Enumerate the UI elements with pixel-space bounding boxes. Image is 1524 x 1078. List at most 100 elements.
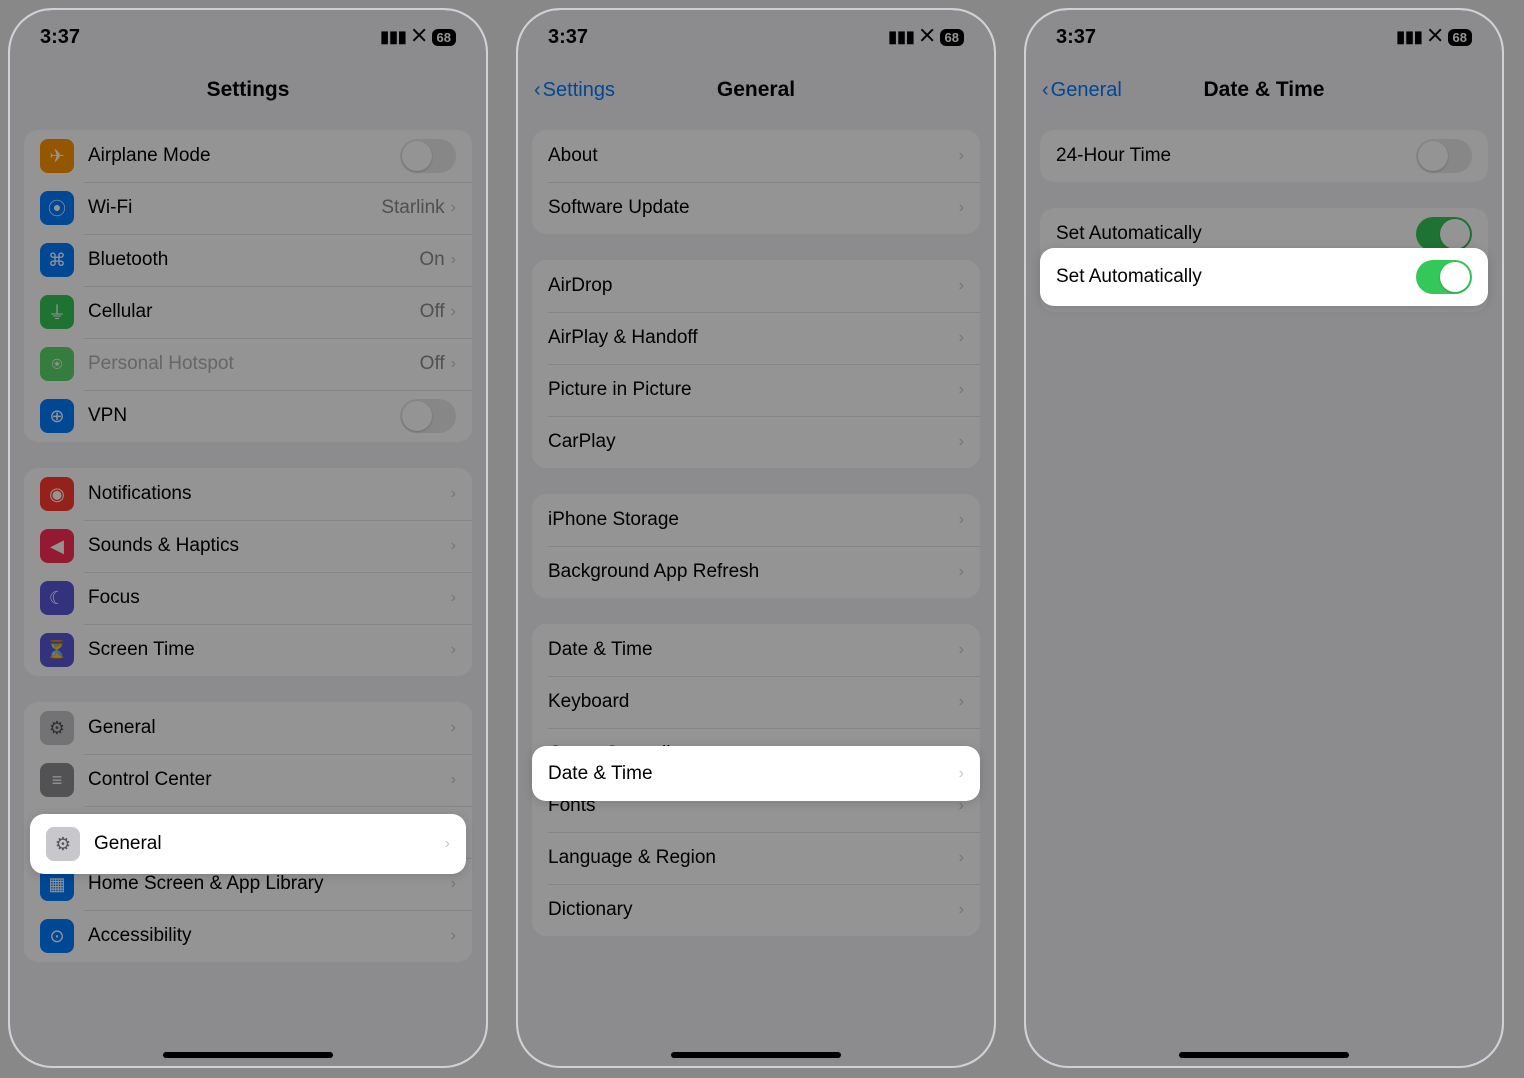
row-vpn[interactable]: ⊕VPN [24, 390, 472, 442]
airplane-mode-icon: ✈︎ [40, 139, 74, 173]
row-airdrop[interactable]: AirDrop› [532, 260, 980, 312]
chevron-right-icon: › [451, 355, 456, 373]
row-label: 24-Hour Time [1056, 145, 1416, 167]
nav-bar: ‹ General Date & Time [1026, 64, 1502, 116]
settings-group-connectivity: ✈︎Airplane Mode ⦿ Wi-FiStarlink › ⌘ Bluetooth… [24, 130, 472, 442]
home-indicator[interactable] [163, 1052, 333, 1058]
row-date-time-highlight[interactable]: Date & Time › [532, 746, 980, 801]
phone-general: 3:37 ▮▮▮ ⨉ 68 ‹ Settings General About›S… [516, 8, 996, 1068]
chevron-right-icon: › [959, 433, 964, 451]
row-value: Starlink [381, 197, 444, 219]
row-bluetooth[interactable]: ⌘ BluetoothOn › [24, 234, 472, 286]
battery-indicator: 68 [940, 29, 964, 46]
row-cellular[interactable]: ⏚CellularOff› [24, 286, 472, 338]
row-label: General [88, 717, 451, 739]
chevron-right-icon: › [445, 835, 450, 853]
row-set-automatically-highlight[interactable]: Set Automatically [1040, 248, 1488, 306]
row-label: Home Screen & App Library [88, 873, 451, 895]
status-time: 3:37 [548, 26, 588, 49]
back-label: General [1051, 79, 1122, 102]
chevron-right-icon: › [451, 199, 456, 217]
row-general-highlight[interactable]: ⚙︎ General › [30, 814, 466, 874]
row-label: Bluetooth [88, 249, 419, 271]
status-bar: 3:37 ▮▮▮ ⨉ 68 [10, 10, 486, 64]
wifi-icon: ⨉ [413, 28, 426, 46]
row-dictionary[interactable]: Dictionary› [532, 884, 980, 936]
row-iphone-storage[interactable]: iPhone Storage› [532, 494, 980, 546]
home-indicator[interactable] [1179, 1052, 1349, 1058]
nav-bar: ‹ Settings General [518, 64, 994, 116]
back-button[interactable]: ‹ Settings [534, 79, 615, 102]
chevron-right-icon: › [451, 719, 456, 737]
row-date-time[interactable]: Date & Time› [532, 624, 980, 676]
row-label: Focus [88, 587, 451, 609]
row-value: Off [420, 301, 445, 323]
chevron-right-icon: › [451, 485, 456, 503]
row-sounds-haptics[interactable]: ◀︎Sounds & Haptics› [24, 520, 472, 572]
status-bar: 3:37 ▮▮▮ ⨉ 68 [518, 10, 994, 64]
toggle[interactable] [400, 399, 456, 433]
datetime-group-24hour: 24-Hour Time [1040, 130, 1488, 182]
chevron-right-icon: › [959, 277, 964, 295]
row-control-center[interactable]: ≡Control Center› [24, 754, 472, 806]
row-24-hour-time[interactable]: 24-Hour Time [1040, 130, 1488, 182]
chevron-right-icon: › [959, 329, 964, 347]
row-airplane-mode[interactable]: ✈︎Airplane Mode [24, 130, 472, 182]
row-picture-in-picture[interactable]: Picture in Picture› [532, 364, 980, 416]
row-accessibility[interactable]: ⊙Accessibility› [24, 910, 472, 962]
sounds-haptics-icon: ◀︎ [40, 529, 74, 563]
row-wi-fi[interactable]: ⦿ Wi-FiStarlink › [24, 182, 472, 234]
row-about[interactable]: About› [532, 130, 980, 182]
row-language-region[interactable]: Language & Region› [532, 832, 980, 884]
chevron-right-icon: › [451, 875, 456, 893]
row-keyboard[interactable]: Keyboard› [532, 676, 980, 728]
screen-time-icon: ⏳ [40, 633, 74, 667]
cellular-icon: ▮▮▮ [1396, 27, 1422, 47]
row-carplay[interactable]: CarPlay› [532, 416, 980, 468]
settings-group-notifications: ◉Notifications›◀︎Sounds & Haptics›☾Focus… [24, 468, 472, 676]
personal-hotspot-icon: ⍟ [40, 347, 74, 381]
back-label: Settings [543, 79, 615, 102]
notifications-icon: ◉ [40, 477, 74, 511]
chevron-right-icon: › [959, 511, 964, 529]
gear-icon: ⚙︎ [46, 827, 80, 861]
wi-fi-icon: ⦿ [40, 191, 74, 225]
row-value: Off [420, 353, 445, 375]
row-label: Language & Region [548, 847, 959, 869]
row-label: Accessibility [88, 925, 451, 947]
status-time: 3:37 [40, 26, 80, 49]
set-automatically-toggle[interactable] [1416, 260, 1472, 294]
row-label: Wi-Fi [88, 197, 381, 219]
vpn-icon: ⊕ [40, 399, 74, 433]
general-icon: ⚙︎ [40, 711, 74, 745]
row-general[interactable]: ⚙︎ General› [24, 702, 472, 754]
row-focus[interactable]: ☾Focus› [24, 572, 472, 624]
toggle[interactable] [1416, 217, 1472, 251]
general-group-storage: iPhone Storage›Background App Refresh› [532, 494, 980, 598]
chevron-right-icon: › [451, 251, 456, 269]
toggle[interactable] [1416, 139, 1472, 173]
row-screen-time[interactable]: ⏳Screen Time› [24, 624, 472, 676]
toggle[interactable] [400, 139, 456, 173]
back-button[interactable]: ‹ General [1042, 79, 1122, 102]
general-label: General [94, 833, 445, 855]
cellular-icon: ▮▮▮ [380, 27, 406, 47]
home-indicator[interactable] [671, 1052, 841, 1058]
row-personal-hotspot[interactable]: ⍟Personal HotspotOff› [24, 338, 472, 390]
row-background-app-refresh[interactable]: Background App Refresh› [532, 546, 980, 598]
row-software-update[interactable]: Software Update› [532, 182, 980, 234]
bluetooth-icon: ⌘ [40, 243, 74, 277]
row-airplay-handoff[interactable]: AirPlay & Handoff› [532, 312, 980, 364]
battery-indicator: 68 [1448, 29, 1472, 46]
row-value: On [419, 249, 444, 271]
wifi-icon: ⨉ [1429, 28, 1442, 46]
chevron-left-icon: ‹ [534, 79, 541, 102]
chevron-right-icon: › [451, 589, 456, 607]
row-notifications[interactable]: ◉ Notifications› [24, 468, 472, 520]
status-indicators: ▮▮▮ ⨉ 68 [888, 27, 964, 47]
row-label: CarPlay [548, 431, 959, 453]
status-bar: 3:37 ▮▮▮ ⨉ 68 [1026, 10, 1502, 64]
row-label: Notifications [88, 483, 451, 505]
chevron-right-icon: › [451, 927, 456, 945]
chevron-right-icon: › [959, 381, 964, 399]
